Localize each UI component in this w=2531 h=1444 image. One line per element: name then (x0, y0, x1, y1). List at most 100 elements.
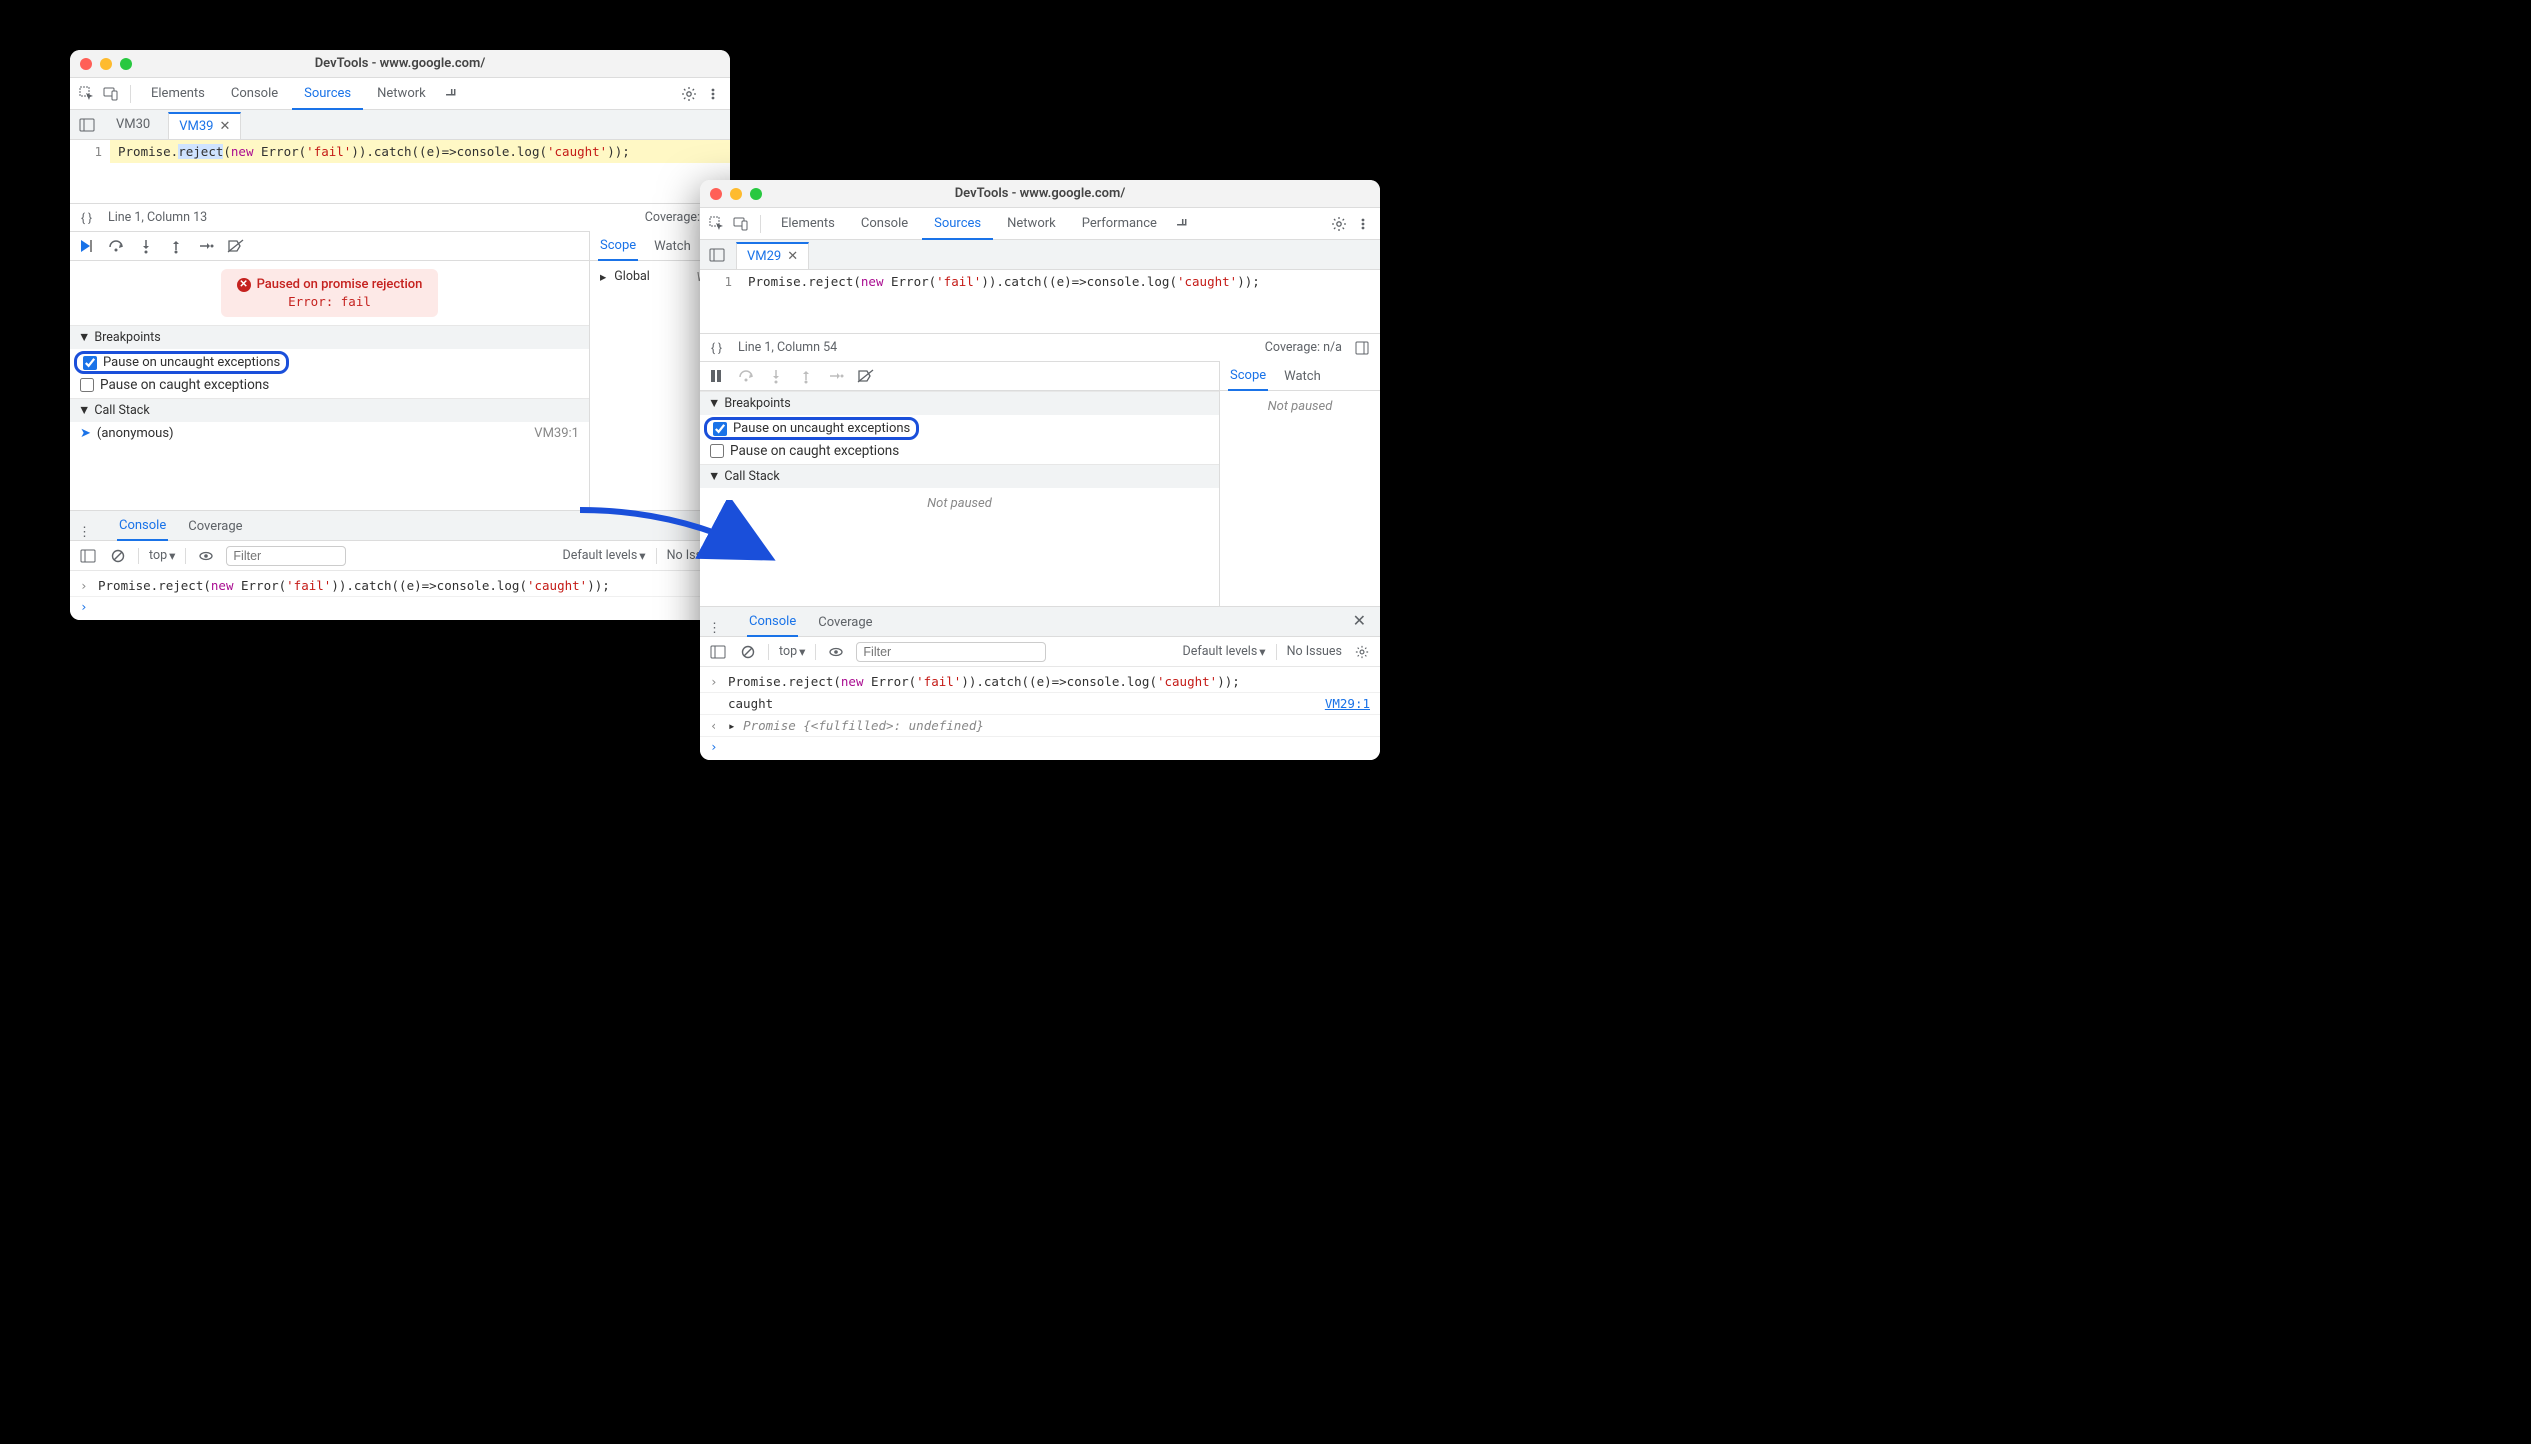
pause-caught-label: Pause on caught exceptions (100, 377, 269, 393)
settings-gear-icon[interactable] (678, 83, 700, 105)
settings-gear-icon[interactable] (1328, 213, 1350, 235)
tab-elements[interactable]: Elements (139, 79, 217, 108)
step-icon (826, 366, 846, 386)
deactivate-breakpoints-icon[interactable] (856, 366, 876, 386)
drawer-tab-coverage[interactable]: Coverage (816, 609, 874, 636)
callstack-section-header[interactable]: ▼ Call Stack (70, 398, 589, 422)
kebab-menu-icon[interactable] (702, 83, 724, 105)
code-editor[interactable]: 1 Promise.reject(new Error('fail')).catc… (700, 270, 1380, 293)
issues-badge[interactable]: No Issues (1287, 644, 1342, 659)
coverage-status: Coverage: n/a (1265, 340, 1342, 355)
line-number: 1 (700, 270, 740, 293)
callstack-frame[interactable]: ➤ (anonymous) VM39:1 (70, 422, 589, 445)
tab-performance[interactable]: Performance (1070, 209, 1169, 238)
resume-icon[interactable] (76, 236, 96, 256)
console-toolbar: top ▾ Default levels ▾ No Issues (700, 637, 1380, 667)
pause-caught-checkbox[interactable] (80, 378, 94, 392)
step-into-icon[interactable] (136, 236, 156, 256)
inspect-element-icon[interactable] (76, 83, 98, 105)
console-prompt[interactable]: › (700, 737, 1380, 756)
zoom-window-button[interactable] (750, 188, 762, 200)
drawer-kebab-icon[interactable]: ⋮ (708, 621, 721, 636)
device-toolbar-icon[interactable] (730, 213, 752, 235)
live-expression-icon[interactable] (826, 642, 846, 662)
console-drawer: ⋮ Console Coverage ✕ top ▾ Default level… (700, 606, 1380, 760)
console-settings-gear-icon[interactable] (1352, 642, 1372, 662)
console-filter-input[interactable] (226, 546, 346, 566)
step-out-icon[interactable] (166, 236, 186, 256)
drawer-tab-coverage[interactable]: Coverage (186, 513, 244, 540)
pause-uncaught-checkbox[interactable] (83, 356, 97, 370)
device-toolbar-icon[interactable] (100, 83, 122, 105)
debugger-pane: ✕Paused on promise rejection Error: fail… (70, 231, 590, 510)
close-window-button[interactable] (80, 58, 92, 70)
inspect-element-icon[interactable] (706, 213, 728, 235)
navigator-toggle-icon[interactable] (76, 114, 98, 136)
console-input-text: Promise.reject(new Error('fail')).catch(… (728, 674, 1240, 689)
tab-console[interactable]: Console (849, 209, 920, 238)
minimize-window-button[interactable] (730, 188, 742, 200)
deactivate-breakpoints-icon[interactable] (226, 236, 246, 256)
clear-console-icon[interactable] (738, 642, 758, 662)
drawer-close-icon[interactable]: ✕ (1347, 605, 1372, 636)
minimize-window-button[interactable] (100, 58, 112, 70)
devtools-window-left: DevTools - www.google.com/ Elements Cons… (70, 50, 730, 620)
editor-statusbar: { } Line 1, Column 54 Coverage: n/a (700, 333, 1380, 361)
file-tab-vm30[interactable]: VM30 (106, 112, 160, 137)
navigator-toggle-icon[interactable] (706, 244, 728, 266)
format-code-icon[interactable]: { } (708, 338, 728, 358)
log-levels-selector[interactable]: Default levels ▾ (563, 548, 646, 564)
scope-tab[interactable]: Scope (1228, 362, 1268, 391)
pause-icon[interactable] (706, 366, 726, 386)
drawer-tab-console[interactable]: Console (747, 608, 798, 637)
more-tabs-icon[interactable] (440, 83, 462, 105)
tab-network[interactable]: Network (365, 79, 438, 108)
breakpoints-section-header[interactable]: ▼ Breakpoints (70, 325, 589, 349)
console-input-row: › Promise.reject(new Error('fail')).catc… (70, 575, 730, 597)
code-line: Promise.reject(new Error('fail')).catch(… (740, 270, 1380, 293)
pause-caught-checkbox[interactable] (710, 444, 724, 458)
console-filter-input[interactable] (856, 642, 1046, 662)
more-tabs-icon[interactable] (1171, 213, 1193, 235)
scope-tab[interactable]: Scope (598, 232, 638, 261)
live-expression-icon[interactable] (196, 546, 216, 566)
coverage-details-icon[interactable] (1352, 338, 1372, 358)
close-file-icon[interactable]: ✕ (220, 119, 231, 134)
console-sidebar-toggle-icon[interactable] (78, 546, 98, 566)
log-levels-selector[interactable]: Default levels ▾ (1183, 644, 1266, 660)
devtools-window-right: DevTools - www.google.com/ Elements Cons… (700, 180, 1380, 760)
tab-network[interactable]: Network (995, 209, 1068, 238)
console-sidebar-toggle-icon[interactable] (708, 642, 728, 662)
step-over-icon (736, 366, 756, 386)
console-return-text[interactable]: ▸ Promise {<fulfilled>: undefined} (728, 718, 984, 733)
console-prompt[interactable]: › (70, 597, 730, 616)
watch-tab[interactable]: Watch (1282, 363, 1323, 390)
drawer-kebab-icon[interactable]: ⋮ (78, 525, 91, 540)
format-code-icon[interactable]: { } (78, 208, 98, 228)
scope-not-paused: Not paused (1220, 391, 1380, 422)
step-icon[interactable] (196, 236, 216, 256)
callstack-section-header[interactable]: ▼ Call Stack (700, 464, 1219, 488)
close-file-icon[interactable]: ✕ (787, 249, 798, 264)
zoom-window-button[interactable] (120, 58, 132, 70)
pause-uncaught-checkbox[interactable] (713, 422, 727, 436)
file-tab-vm29[interactable]: VM29 ✕ (736, 242, 809, 269)
context-selector[interactable]: top ▾ (779, 644, 805, 660)
kebab-menu-icon[interactable] (1352, 213, 1374, 235)
step-over-icon[interactable] (106, 236, 126, 256)
watch-tab[interactable]: Watch (652, 233, 693, 260)
close-window-button[interactable] (710, 188, 722, 200)
tab-console[interactable]: Console (219, 79, 290, 108)
context-selector[interactable]: top ▾ (149, 548, 175, 564)
clear-console-icon[interactable] (108, 546, 128, 566)
drawer-tab-console[interactable]: Console (117, 512, 168, 541)
file-tab-vm39[interactable]: VM39 ✕ (168, 112, 241, 139)
pause-caught-label: Pause on caught exceptions (730, 443, 899, 459)
tab-sources[interactable]: Sources (922, 209, 993, 240)
tab-sources[interactable]: Sources (292, 79, 363, 110)
tab-elements[interactable]: Elements (769, 209, 847, 238)
frame-location: VM39:1 (534, 426, 579, 441)
console-log-location[interactable]: VM29:1 (1325, 696, 1370, 711)
code-editor[interactable]: 1 Promise.reject(new Error('fail')).catc… (70, 140, 730, 163)
breakpoints-section-header[interactable]: ▼ Breakpoints (700, 391, 1219, 415)
